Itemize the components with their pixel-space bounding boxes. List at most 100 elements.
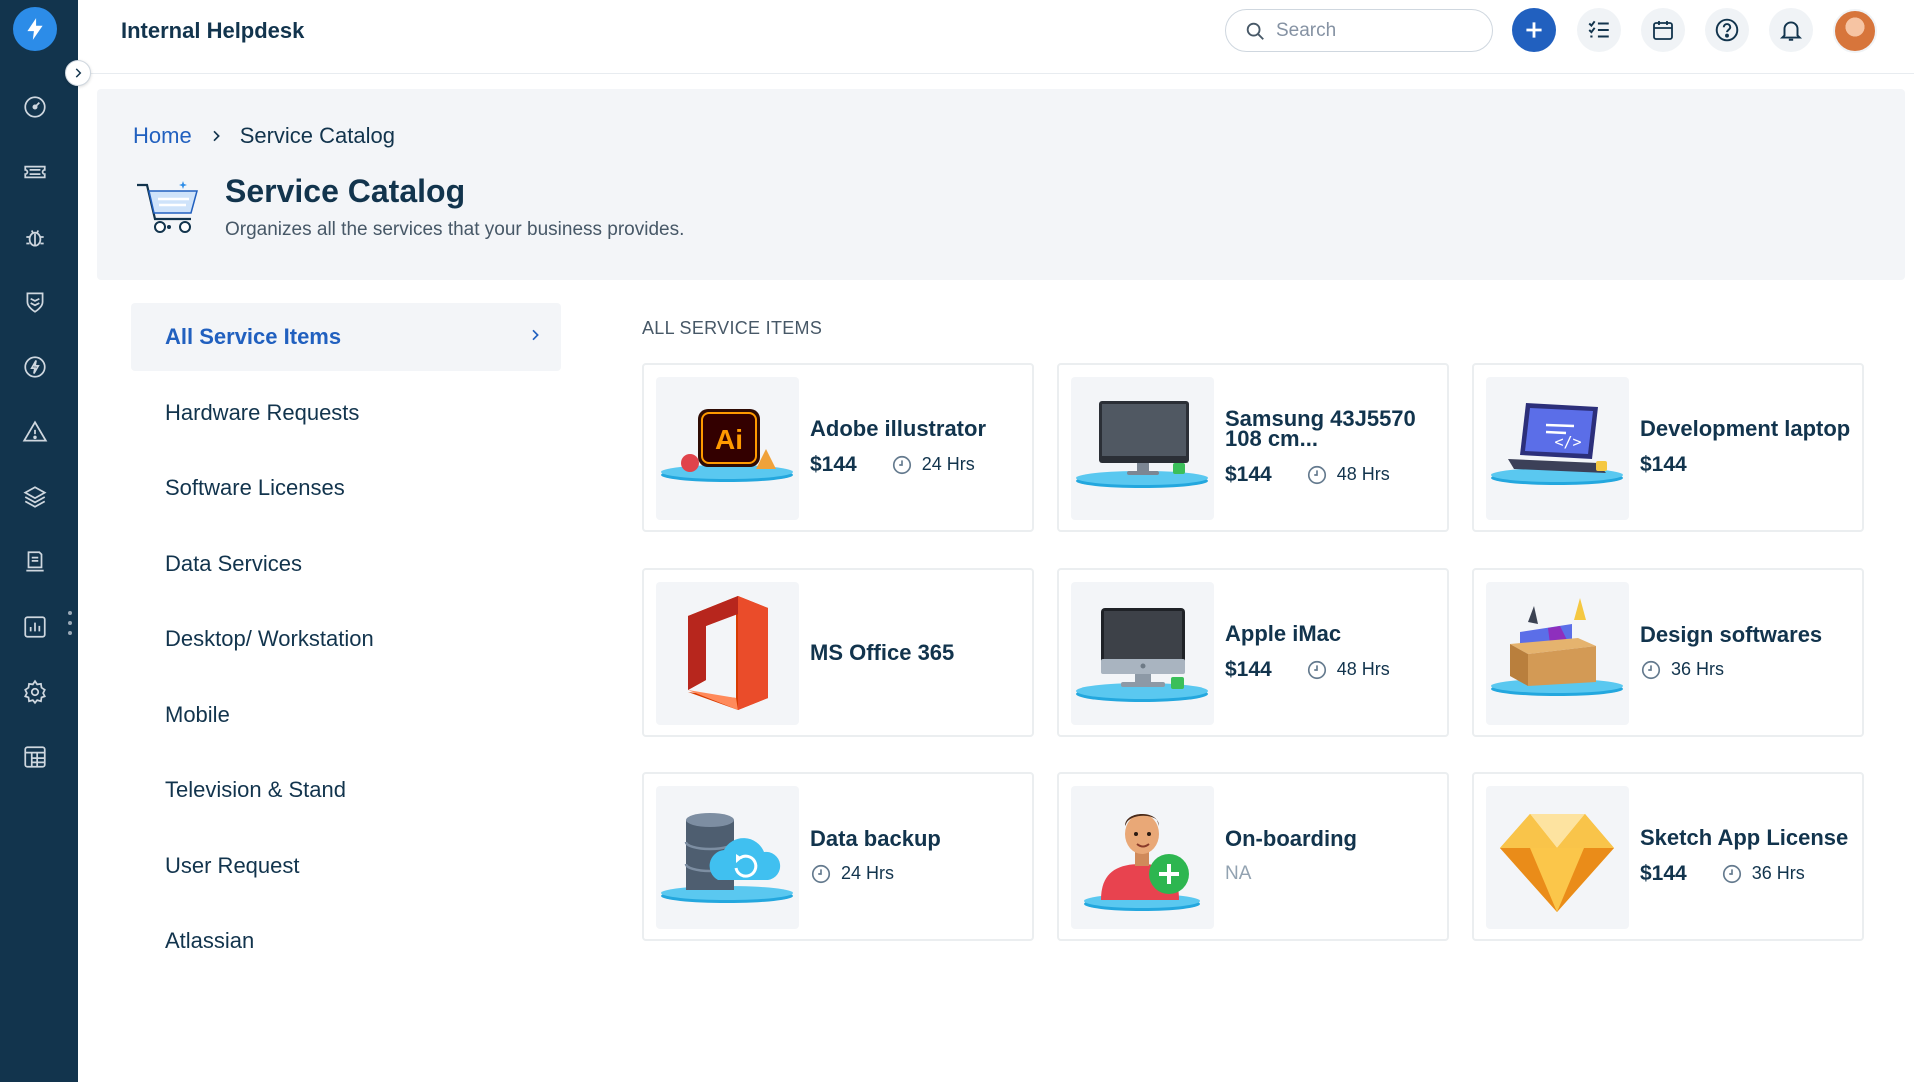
design-box-icon (1491, 598, 1623, 696)
monitor-icon (1076, 401, 1208, 488)
service-card-ms-office-365[interactable]: MS Office 365 (642, 568, 1034, 737)
category-label: Hardware Requests (165, 399, 360, 425)
card-sla: 48 Hrs (1336, 659, 1390, 679)
freshservice-logo-icon[interactable] (13, 7, 57, 51)
clock-icon (1307, 465, 1326, 484)
clock-icon (1641, 660, 1661, 679)
nav-rail (0, 0, 78, 1082)
category-label: Atlassian (165, 928, 255, 953)
service-card-apple-imac[interactable]: Apple iMac $144 48 Hrs (1057, 568, 1449, 737)
solutions-book-icon[interactable] (17, 544, 53, 580)
plus-icon (1526, 22, 1542, 38)
reports-chart-icon[interactable] (17, 609, 53, 645)
todo-button[interactable] (1577, 8, 1621, 52)
category-desktop-workstation[interactable]: Desktop/ Workstation (131, 605, 561, 673)
data-backup-icon (661, 813, 793, 903)
section-label: ALL SERVICE ITEMS (642, 318, 823, 338)
top-header: Internal Helpdesk (78, 0, 1914, 74)
tickets-icon[interactable] (17, 154, 53, 190)
shopping-cart-icon (137, 181, 198, 233)
clock-icon (1722, 864, 1741, 883)
user-avatar[interactable] (1833, 9, 1877, 53)
laptop-icon: </> (1491, 403, 1623, 485)
app-title: Internal Helpdesk (121, 18, 305, 43)
service-card-sketch-app-license[interactable]: Sketch App License $144 36 Hrs (1472, 772, 1864, 941)
card-price-na: NA (1225, 862, 1252, 884)
checklist-icon (1588, 20, 1609, 38)
page-title: Service Catalog (225, 173, 466, 209)
calendar-icon (1653, 21, 1673, 40)
search-input[interactable] (1276, 19, 1476, 42)
svg-text:</>: </> (1554, 433, 1581, 451)
service-card-samsung-monitor[interactable]: Samsung 43J5570 108 cm... $144 48 Hrs (1057, 363, 1449, 532)
category-label: Desktop/ Workstation (165, 626, 374, 651)
bell-icon (1779, 21, 1803, 41)
help-button[interactable] (1705, 8, 1749, 52)
card-title: Data backup (810, 825, 941, 851)
expand-sidebar-button[interactable] (65, 60, 91, 86)
dashboard-icon[interactable] (17, 89, 53, 125)
category-television-stand[interactable]: Television & Stand (131, 756, 561, 824)
clock-icon (811, 864, 831, 883)
category-label: Data Services (165, 550, 302, 576)
changes-shield-icon[interactable] (17, 284, 53, 320)
card-sla: 24 Hrs (921, 454, 975, 474)
card-title: Development laptop (1640, 415, 1851, 441)
releases-bolt-icon[interactable] (17, 349, 53, 385)
category-label: Software Licenses (165, 475, 345, 500)
card-thumbnail (656, 786, 799, 929)
breadcrumb-home-link[interactable]: Home (133, 123, 192, 149)
breadcrumb-current: Service Catalog (239, 123, 395, 148)
admin-gear-icon[interactable] (17, 674, 53, 710)
search-box[interactable] (1225, 9, 1493, 52)
card-thumbnail (1071, 786, 1214, 929)
clock-icon (1307, 660, 1326, 679)
category-hardware-requests[interactable]: Hardware Requests (131, 379, 561, 447)
category-software-licenses[interactable]: Software Licenses (131, 454, 561, 522)
service-card-development-laptop[interactable]: </> Development laptop $144 (1472, 363, 1864, 532)
clock-icon (892, 455, 911, 474)
card-thumbnail: Ai (656, 377, 799, 520)
page-subtitle: Organizes all the services that your bus… (225, 219, 685, 240)
card-title: On-boarding (1225, 825, 1357, 851)
service-card-data-backup[interactable]: Data backup 24 Hrs (642, 772, 1034, 941)
card-title: Design softwares (1640, 621, 1823, 647)
service-card-on-boarding[interactable]: On-boarding NA (1057, 772, 1449, 941)
card-price: $144 (1640, 452, 1687, 476)
service-card-adobe-illustrator[interactable]: Ai Adobe illustrator $144 24 Hrs (642, 363, 1034, 532)
category-user-request[interactable]: User Request (131, 832, 561, 900)
card-price: $144 (1225, 657, 1272, 681)
more-options-icon[interactable] (67, 611, 73, 635)
category-label: User Request (165, 852, 300, 878)
chevron-right-icon (213, 130, 220, 142)
card-sla: 48 Hrs (1336, 464, 1390, 484)
card-price: $144 (1225, 462, 1272, 486)
card-sla: 36 Hrs (1751, 863, 1805, 883)
alerts-warning-icon[interactable] (17, 414, 53, 450)
notifications-button[interactable] (1769, 8, 1813, 52)
card-sla: 24 Hrs (841, 863, 895, 883)
assets-layers-icon[interactable] (17, 479, 53, 515)
category-data-services[interactable]: Data Services (131, 530, 561, 598)
new-item-button[interactable] (1512, 8, 1556, 52)
category-list: All Service Items Hardware Requests Soft… (131, 303, 561, 983)
category-mobile[interactable]: Mobile (131, 681, 561, 749)
card-thumbnail (1071, 582, 1214, 725)
category-label: All Service Items (165, 324, 342, 349)
problems-bug-icon[interactable] (17, 219, 53, 255)
ms-office-icon (688, 596, 768, 710)
card-title: Adobe illustrator (810, 415, 987, 441)
card-thumbnail (1071, 377, 1214, 520)
imac-icon (1076, 608, 1208, 702)
service-card-design-softwares[interactable]: Design softwares 36 Hrs (1472, 568, 1864, 737)
card-sla: 36 Hrs (1671, 659, 1725, 679)
apps-grid-icon[interactable] (17, 739, 53, 775)
card-price: $144 (810, 452, 857, 476)
category-label: Television & Stand (165, 777, 346, 802)
svg-text:Ai: Ai (715, 424, 743, 455)
adobe-illustrator-icon: Ai (661, 409, 793, 482)
category-atlassian[interactable]: Atlassian (131, 907, 561, 975)
category-all-service-items[interactable]: All Service Items (131, 303, 561, 371)
calendar-button[interactable] (1641, 8, 1685, 52)
breadcrumb: Home Service Catalog (133, 123, 395, 149)
